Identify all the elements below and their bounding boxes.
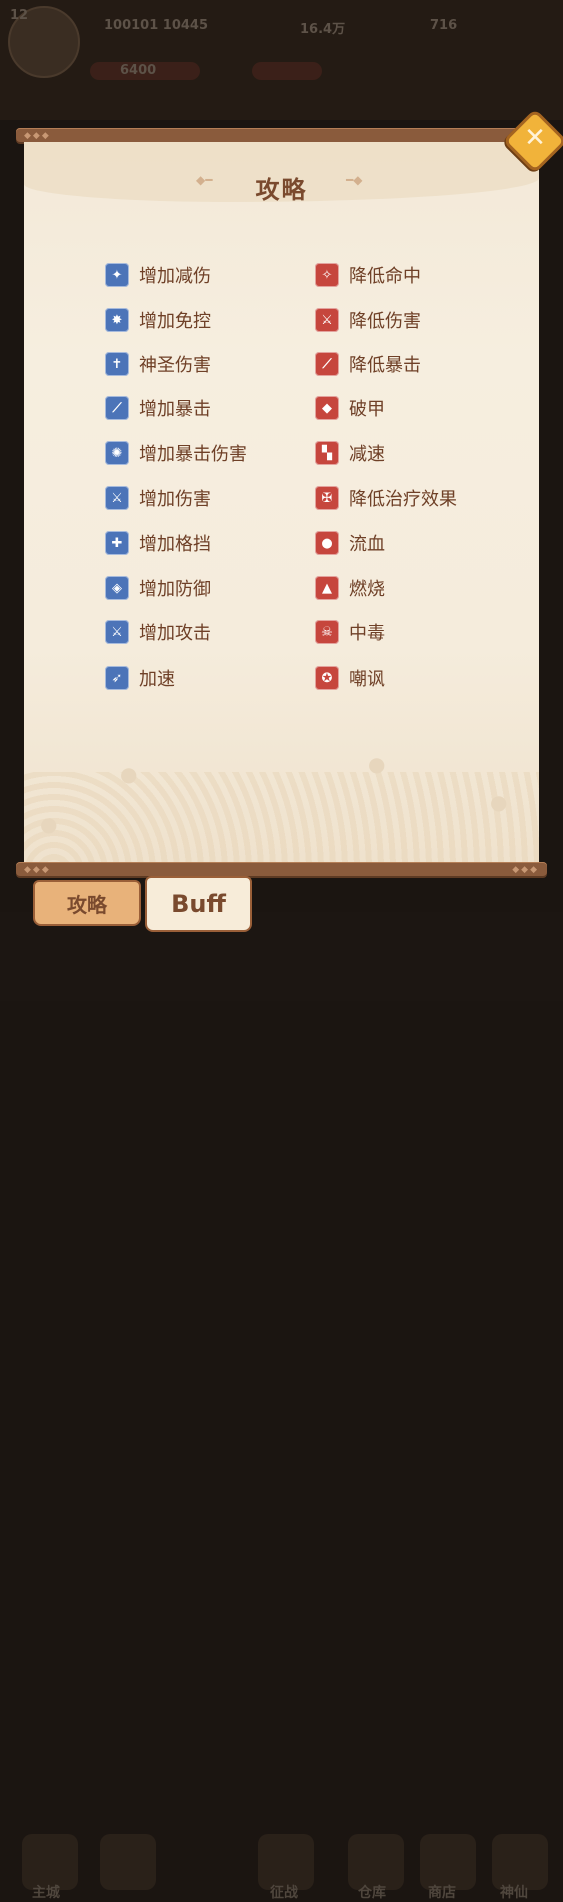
buff-label: 神圣伤害	[139, 355, 211, 376]
debuff-label: 降低命中	[349, 266, 421, 287]
claw-icon: ⟋	[105, 396, 129, 420]
buff-item-haste: ➶ 加速	[105, 664, 175, 692]
fire-icon: ▲	[315, 576, 339, 600]
buff-label: 增加暴击伤害	[139, 444, 247, 465]
panel-title: 攻略	[255, 176, 308, 204]
nav-label-immortal: 神仙	[500, 1885, 528, 1901]
nav-label-warehouse: 仓库	[358, 1885, 386, 1901]
tab-guide[interactable]: 攻略	[33, 880, 141, 926]
buff-item-block: ✚ 增加格挡	[105, 529, 211, 557]
sword-icon: ⚔	[105, 620, 129, 644]
buff-item-crit: ⟋ 增加暴击	[105, 394, 211, 422]
buff-label: 增加格挡	[139, 534, 211, 555]
debuff-label: 嘲讽	[349, 669, 385, 690]
shield-icon: ◈	[105, 576, 129, 600]
paper-wave-pattern	[24, 772, 539, 862]
player-level: 12	[10, 8, 29, 23]
debuff-label: 流血	[349, 534, 385, 555]
broken-heal-icon: ✠	[315, 486, 339, 510]
nav-label-shop: 商店	[428, 1885, 456, 1901]
paw-print-decoration: ●	[368, 752, 386, 776]
debuff-label: 降低暴击	[349, 355, 421, 376]
buff-label: 增加伤害	[139, 489, 211, 510]
scroll-rod-top: ◆◆◆ ◆◆◆	[16, 128, 547, 142]
debuff-label: 降低伤害	[349, 311, 421, 332]
broken-target-icon: ✧	[315, 263, 339, 287]
debuff-item-crit-down: ⟋ 降低暴击	[315, 350, 421, 378]
debuff-item-heal-down: ✠ 降低治疗效果	[315, 484, 457, 512]
debuff-item-hit-down: ✧ 降低命中	[315, 261, 421, 289]
paw-print-decoration: ●	[120, 762, 138, 786]
nav-slot-2	[100, 1834, 156, 1890]
skull-icon: ☠	[315, 620, 339, 644]
muscle-icon: ✸	[105, 308, 129, 332]
buff-item-holy-damage: ✝ 神圣伤害	[105, 350, 211, 378]
debuff-label: 减速	[349, 444, 385, 465]
buff-label: 增加减伤	[139, 266, 211, 287]
debuff-item-bleed: ● 流血	[315, 529, 385, 557]
debuff-item-slow: ▚ 减速	[315, 439, 385, 467]
debuff-item-armor-break: ◆ 破甲	[315, 394, 385, 422]
player-id: 100101 10445	[104, 18, 209, 33]
debuff-item-burn: ▲ 燃烧	[315, 574, 385, 602]
buff-label: 增加暴击	[139, 399, 211, 420]
debuff-label: 破甲	[349, 399, 385, 420]
buff-item-damage: ⚔ 增加伤害	[105, 484, 211, 512]
buff-label: 加速	[139, 669, 175, 690]
nav-label-battle: 征战	[270, 1885, 298, 1901]
debuff-label: 燃烧	[349, 579, 385, 600]
blood-drop-icon: ●	[315, 531, 339, 555]
broken-claw-icon: ⟋	[315, 352, 339, 376]
tab-buff[interactable]: Buff	[145, 876, 252, 932]
buff-label: 增加攻击	[139, 623, 211, 644]
cross-shield-icon: ✚	[105, 531, 129, 555]
scroll-rod-bottom: ◆◆◆ ◆◆◆	[16, 862, 547, 876]
buff-item-defense: ◈ 增加防御	[105, 574, 211, 602]
debuff-label: 中毒	[349, 623, 385, 644]
debuff-item-damage-down: ⚔ 降低伤害	[315, 306, 421, 334]
gem-value: 716	[430, 18, 458, 33]
sword-icon: ⚔	[105, 486, 129, 510]
holy-cross-icon: ✝	[105, 352, 129, 376]
buff-label: 增加防御	[139, 579, 211, 600]
buff-item-damage-reduction: ✦ 增加减伤	[105, 261, 211, 289]
buff-item-crit-damage: ✺ 增加暴击伤害	[105, 439, 247, 467]
nav-label-main: 主城	[32, 1885, 60, 1901]
background-top-bar: 12 100101 10445 16.4万 716 6400	[0, 0, 563, 120]
debuff-item-taunt: ✪ 嘲讽	[315, 664, 385, 692]
buff-item-attack: ⚔ 增加攻击	[105, 618, 211, 646]
power-value: 16.4万	[300, 22, 346, 37]
event-pill	[252, 62, 322, 80]
taunt-icon: ✪	[315, 666, 339, 690]
wing-boot-icon: ➶	[105, 666, 129, 690]
paw-print-decoration: ●	[490, 790, 508, 814]
buff-item-cc-immunity: ✸ 增加免控	[105, 306, 211, 334]
shield-man-icon: ✦	[105, 263, 129, 287]
broken-armor-icon: ◆	[315, 396, 339, 420]
gold-value: 6400	[120, 63, 157, 78]
broken-sword-icon: ⚔	[315, 308, 339, 332]
buff-label: 增加免控	[139, 311, 211, 332]
burst-icon: ✺	[105, 441, 129, 465]
guide-panel	[24, 142, 539, 862]
close-icon[interactable]: ✕	[512, 116, 558, 160]
debuff-label: 降低治疗效果	[349, 489, 457, 510]
title-right-ornament: ━◆	[346, 173, 363, 187]
paw-print-decoration: ●	[40, 812, 58, 836]
slow-boot-icon: ▚	[315, 441, 339, 465]
debuff-item-poison: ☠ 中毒	[315, 618, 385, 646]
